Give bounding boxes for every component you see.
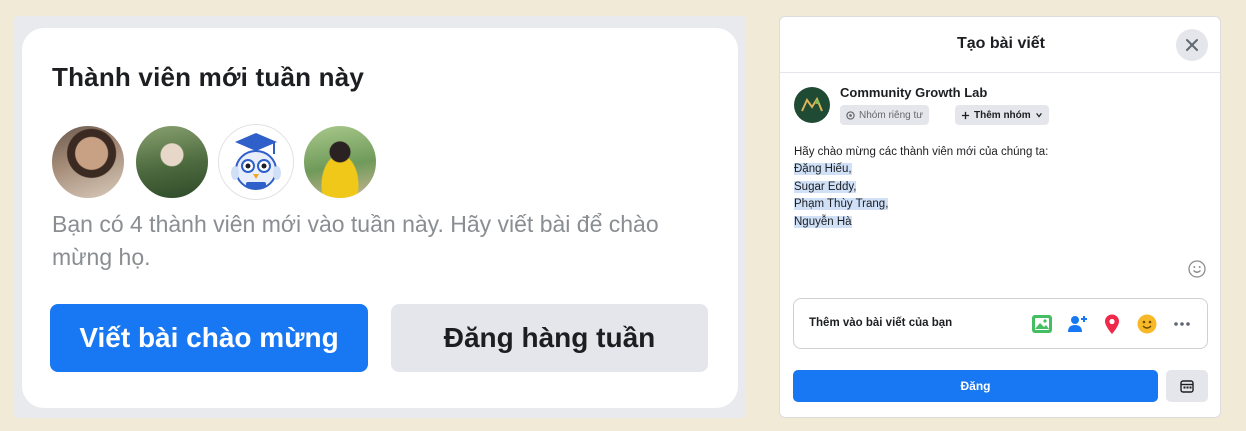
member-avatar[interactable] [218, 124, 294, 200]
create-post-dialog: Tạo bài viết Community Growth Lab Nhóm r… [779, 16, 1221, 418]
group-name[interactable]: Community Growth Lab [840, 85, 987, 100]
privacy-selector[interactable]: Nhóm riêng tư [840, 105, 929, 125]
owl-graduate-icon [231, 133, 281, 190]
post-line: Đặng Hiếu, [794, 163, 852, 176]
more-options-button[interactable] [1171, 313, 1193, 335]
post-line: Phạm Thùy Trang, [794, 198, 889, 211]
card-description: Bạn có 4 thành viên mới vào tuần này. Hã… [52, 211, 659, 270]
member-avatar[interactable] [134, 124, 210, 200]
privacy-label: Nhóm riêng tư [859, 109, 923, 121]
member-avatar[interactable] [50, 124, 126, 200]
group-logo-icon [801, 97, 823, 112]
add-to-post-label: Thêm vào bài viết của bạn [809, 317, 953, 329]
post-line: Hãy chào mừng các thành viên mới của chú… [794, 146, 1049, 158]
add-group-label: Thêm nhóm [974, 109, 1031, 121]
photo-button[interactable] [1031, 313, 1053, 335]
plus-icon [961, 111, 970, 119]
add-to-post-icons [1031, 313, 1193, 335]
dialog-title: Tạo bài viết [956, 35, 1046, 52]
location-button[interactable] [1101, 313, 1123, 335]
smiley-icon [1188, 260, 1206, 278]
globe-icon [846, 110, 855, 120]
tag-people-button[interactable] [1066, 313, 1088, 335]
more-icon [1174, 322, 1190, 326]
post-line: Nguyễn Hà [794, 215, 852, 228]
feeling-icon [1137, 314, 1157, 334]
add-to-post-bar: Thêm vào bài viết của bạn [793, 298, 1208, 349]
close-button[interactable] [1176, 29, 1208, 61]
close-icon [1186, 39, 1198, 51]
weekly-post-button[interactable]: Đăng hàng tuần [391, 304, 708, 372]
emoji-button[interactable] [1188, 260, 1206, 278]
post-line: Sugar Eddy, [794, 180, 857, 193]
calendar-icon [1180, 380, 1194, 393]
member-avatar[interactable] [302, 124, 378, 200]
schedule-button[interactable] [1166, 370, 1208, 402]
dialog-header: Tạo bài viết [780, 17, 1220, 73]
write-welcome-post-button[interactable]: Viết bài chào mừng [50, 304, 368, 372]
photo-icon [1032, 315, 1052, 333]
chevron-down-icon [1035, 113, 1042, 118]
card-title: Thành viên mới tuần này [52, 62, 365, 92]
tag-people-icon [1068, 316, 1087, 332]
post-button[interactable]: Đăng [793, 370, 1158, 402]
location-icon [1105, 314, 1119, 334]
post-text-editor[interactable]: Hãy chào mừng các thành viên mới của chú… [794, 144, 1048, 231]
feeling-button[interactable] [1136, 313, 1158, 335]
group-avatar[interactable] [794, 87, 830, 123]
add-group-selector[interactable]: Thêm nhóm [955, 105, 1049, 125]
